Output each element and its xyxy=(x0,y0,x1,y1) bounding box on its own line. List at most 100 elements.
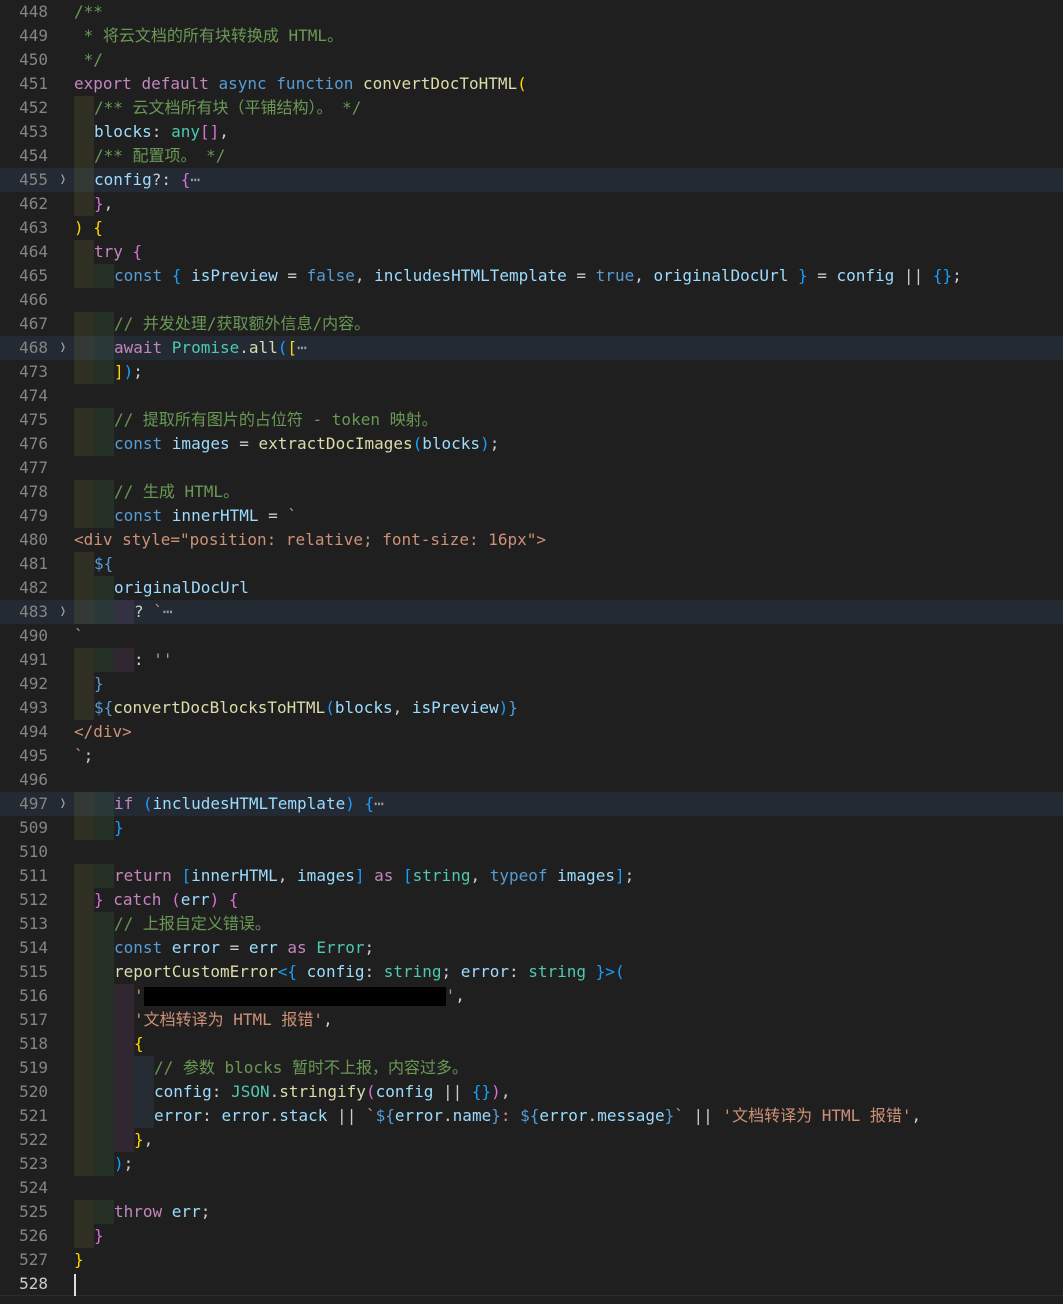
code-line[interactable]: 448 /** xyxy=(0,0,1063,24)
code-text[interactable]: try { xyxy=(74,240,1063,264)
code-line[interactable]: 495 `; xyxy=(0,744,1063,768)
code-line[interactable]: 523 ); xyxy=(0,1152,1063,1176)
code-line[interactable]: 514 const error = err as Error; xyxy=(0,936,1063,960)
code-text[interactable]: config?: {⋯ xyxy=(74,168,1063,192)
code-text[interactable]: } xyxy=(74,672,1063,696)
code-text[interactable]: // 生成 HTML。 xyxy=(74,480,1063,504)
code-text[interactable]: export default async function convertDoc… xyxy=(74,72,1063,96)
code-line[interactable]: 518 { xyxy=(0,1032,1063,1056)
code-text[interactable]: ]); xyxy=(74,360,1063,384)
code-line[interactable]: 481 ${ xyxy=(0,552,1063,576)
code-text[interactable]: throw err; xyxy=(74,1200,1063,1224)
code-text[interactable]: : '' xyxy=(74,648,1063,672)
code-line[interactable]: 463) { xyxy=(0,216,1063,240)
chevron-right-icon[interactable]: ❯ xyxy=(58,600,68,624)
code-text[interactable]: const { isPreview = false, includesHTMLT… xyxy=(74,264,1063,288)
chevron-right-icon[interactable]: ❯ xyxy=(58,168,68,192)
code-line[interactable]: 455 ❯ config?: {⋯ xyxy=(0,168,1063,192)
code-text[interactable]: reportCustomError<{ config: string; erro… xyxy=(74,960,1063,984)
code-text[interactable]: const error = err as Error; xyxy=(74,936,1063,960)
code-line[interactable]: 511 return [innerHTML, images] as [strin… xyxy=(0,864,1063,888)
code-line[interactable]: 477 xyxy=(0,456,1063,480)
code-line[interactable]: 516 ' ', xyxy=(0,984,1063,1008)
code-line[interactable]: 449 * 将云文档的所有块转换成 HTML。 xyxy=(0,24,1063,48)
code-text[interactable]: if (includesHTMLTemplate) {⋯ xyxy=(74,792,1063,816)
code-line[interactable]: 494 </div> xyxy=(0,720,1063,744)
code-line[interactable]: 464 try { xyxy=(0,240,1063,264)
code-line[interactable]: 468 ❯ await Promise.all([⋯ xyxy=(0,336,1063,360)
code-line[interactable]: 483 ❯ ? `⋯ xyxy=(0,600,1063,624)
code-text[interactable]: blocks: any[], xyxy=(74,120,1063,144)
code-text[interactable]: } xyxy=(74,1248,1063,1272)
code-line[interactable]: 466 xyxy=(0,288,1063,312)
code-text[interactable]: /** 配置项。 */ xyxy=(74,144,1063,168)
code-line[interactable]: 452 /** 云文档所有块（平铺结构）。 */ xyxy=(0,96,1063,120)
code-line[interactable]: 517 '文档转译为 HTML 报错', xyxy=(0,1008,1063,1032)
code-text[interactable]: /** 云文档所有块（平铺结构）。 */ xyxy=(74,96,1063,120)
code-line[interactable]: 453 blocks: any[], xyxy=(0,120,1063,144)
code-line[interactable]: 513 // 上报自定义错误。 xyxy=(0,912,1063,936)
code-line[interactable]: 479 const innerHTML = ` xyxy=(0,504,1063,528)
code-line[interactable]: 519 // 参数 blocks 暂时不上报，内容过多。 xyxy=(0,1056,1063,1080)
code-line[interactable]: 491 : '' xyxy=(0,648,1063,672)
code-text[interactable]: ? `⋯ xyxy=(74,600,1063,624)
code-text[interactable]: // 上报自定义错误。 xyxy=(74,912,1063,936)
code-line[interactable]: 510 xyxy=(0,840,1063,864)
code-text[interactable]: ${convertDocBlocksToHTML(blocks, isPrevi… xyxy=(74,696,1063,720)
code-text[interactable]: config: JSON.stringify(config || {}), xyxy=(74,1080,1063,1104)
code-line[interactable]: 526 } xyxy=(0,1224,1063,1248)
code-text[interactable]: ` xyxy=(74,624,1063,648)
code-line[interactable]: 509 } xyxy=(0,816,1063,840)
chevron-right-icon[interactable]: ❯ xyxy=(58,336,68,360)
code-text[interactable]: { xyxy=(74,1032,1063,1056)
code-line[interactable]: 478 // 生成 HTML。 xyxy=(0,480,1063,504)
code-text[interactable]: * 将云文档的所有块转换成 HTML。 xyxy=(74,24,1063,48)
code-line[interactable]: 474 xyxy=(0,384,1063,408)
code-line[interactable]: 476 const images = extractDocImages(bloc… xyxy=(0,432,1063,456)
code-line[interactable]: 521 error: error.stack || `${error.name}… xyxy=(0,1104,1063,1128)
code-text[interactable]: } xyxy=(74,1224,1063,1248)
code-line[interactable]: 527} xyxy=(0,1248,1063,1272)
code-text[interactable]: await Promise.all([⋯ xyxy=(74,336,1063,360)
code-line[interactable]: 475 // 提取所有图片的占位符 - token 映射。 xyxy=(0,408,1063,432)
code-line[interactable]: 462 }, xyxy=(0,192,1063,216)
code-text[interactable]: }, xyxy=(74,1128,1063,1152)
code-text[interactable]: }, xyxy=(74,192,1063,216)
code-text[interactable]: /** xyxy=(74,0,1063,24)
code-line[interactable]: 520 config: JSON.stringify(config || {})… xyxy=(0,1080,1063,1104)
code-text[interactable]: } xyxy=(74,816,1063,840)
code-line[interactable]: 496 xyxy=(0,768,1063,792)
code-text[interactable]: originalDocUrl xyxy=(74,576,1063,600)
code-text[interactable]: const innerHTML = ` xyxy=(74,504,1063,528)
code-text[interactable] xyxy=(74,1272,1063,1296)
code-line[interactable]: 473 ]); xyxy=(0,360,1063,384)
code-line[interactable]: 522 }, xyxy=(0,1128,1063,1152)
code-line[interactable]: 497 ❯ if (includesHTMLTemplate) {⋯ xyxy=(0,792,1063,816)
code-text[interactable]: // 并发处理/获取额外信息/内容。 xyxy=(74,312,1063,336)
code-line[interactable]: 482 originalDocUrl xyxy=(0,576,1063,600)
code-line[interactable]: 467 // 并发处理/获取额外信息/内容。 xyxy=(0,312,1063,336)
code-text[interactable]: <div style="position: relative; font-siz… xyxy=(74,528,1063,552)
code-text[interactable]: </div> xyxy=(74,720,1063,744)
code-text[interactable]: } catch (err) { xyxy=(74,888,1063,912)
code-text[interactable]: // 提取所有图片的占位符 - token 映射。 xyxy=(74,408,1063,432)
code-line[interactable]: 525 throw err; xyxy=(0,1200,1063,1224)
code-text[interactable]: ' ', xyxy=(74,984,1063,1008)
code-text[interactable]: return [innerHTML, images] as [string, t… xyxy=(74,864,1063,888)
code-line[interactable]: 524 xyxy=(0,1176,1063,1200)
code-line[interactable]: 493 ${convertDocBlocksToHTML(blocks, isP… xyxy=(0,696,1063,720)
chevron-right-icon[interactable]: ❯ xyxy=(58,792,68,816)
code-line[interactable]: 515 reportCustomError<{ config: string; … xyxy=(0,960,1063,984)
code-text[interactable]: ) { xyxy=(74,216,1063,240)
code-line[interactable]: 480 <div style="position: relative; font-… xyxy=(0,528,1063,552)
code-text[interactable]: error: error.stack || `${error.name}: ${… xyxy=(74,1104,1063,1128)
code-line[interactable]: 492 } xyxy=(0,672,1063,696)
code-line[interactable]: 512 } catch (err) { xyxy=(0,888,1063,912)
code-text[interactable]: ${ xyxy=(74,552,1063,576)
code-line[interactable]: 490 ` xyxy=(0,624,1063,648)
code-line[interactable]: 451 export default async function convert… xyxy=(0,72,1063,96)
code-text[interactable]: ); xyxy=(74,1152,1063,1176)
code-text[interactable]: `; xyxy=(74,744,1063,768)
code-text[interactable]: // 参数 blocks 暂时不上报，内容过多。 xyxy=(74,1056,1063,1080)
code-line[interactable]: 454 /** 配置项。 */ xyxy=(0,144,1063,168)
